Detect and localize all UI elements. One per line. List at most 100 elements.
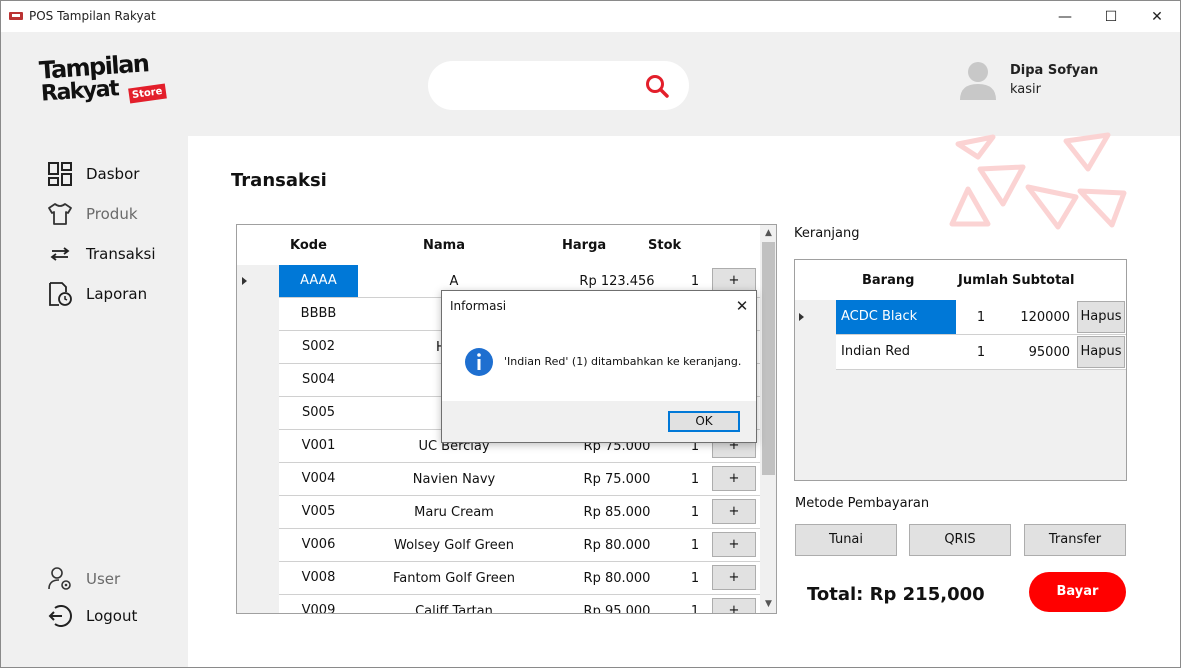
info-dialog: Informasi ✕ 'Indian Red' (1) ditambahkan… [441, 290, 757, 443]
remove-item-button[interactable]: Hapus [1077, 301, 1125, 333]
minimize-button[interactable]: — [1042, 1, 1088, 32]
cell-harga[interactable]: Rp 75.000 [557, 472, 677, 487]
user-settings-icon [48, 567, 71, 590]
ok-button[interactable]: OK [668, 411, 740, 432]
user-name: Dipa Sofyan [1010, 63, 1099, 78]
column-header-nama[interactable]: Nama [423, 238, 465, 253]
scroll-thumb[interactable] [762, 242, 775, 475]
payment-method-title: Metode Pembayaran [795, 496, 930, 511]
cell-subtotal[interactable]: 120000 [1001, 310, 1070, 325]
dialog-footer: OK [442, 401, 756, 442]
dialog-message: 'Indian Red' (1) ditambahkan ke keranjan… [504, 355, 742, 368]
grid-scrollbar[interactable]: ▲ ▼ [760, 225, 776, 613]
cart-row[interactable]: ACDC Black 1 120000 Hapus [836, 300, 1126, 335]
cell-harga[interactable]: Rp 85.000 [557, 505, 677, 520]
cell-jumlah[interactable]: 1 [961, 310, 1001, 325]
cell-kode[interactable]: S004 [279, 364, 358, 396]
table-row[interactable]: V006 Wolsey Golf Green Rp 80.000 1 + [279, 529, 760, 562]
remove-item-button[interactable]: Hapus [1077, 336, 1125, 368]
cell-nama[interactable]: A [359, 274, 549, 289]
cell-stok[interactable]: 1 [677, 604, 713, 613]
sidebar-item-label: User [86, 570, 121, 588]
page-title: Transaksi [231, 170, 327, 191]
table-row[interactable]: V005 Maru Cream Rp 85.000 1 + [279, 496, 760, 529]
dashboard-icon [48, 162, 72, 186]
column-header-kode[interactable]: Kode [290, 238, 327, 253]
sidebar-item-laporan[interactable]: Laporan [47, 281, 147, 307]
cell-kode[interactable]: S002 [279, 331, 358, 363]
column-header-stok[interactable]: Stok [648, 238, 681, 253]
sidebar-item-transaksi[interactable]: Transaksi [47, 241, 156, 267]
maximize-button[interactable]: ☐ [1088, 1, 1134, 32]
cell-kode[interactable]: AAAA [279, 265, 358, 297]
search-input[interactable] [446, 73, 636, 98]
cell-nama[interactable]: Navien Navy [359, 472, 549, 487]
add-to-cart-button[interactable]: + [712, 532, 756, 557]
column-header-subtotal[interactable]: Subtotal [1012, 273, 1075, 288]
cart-header: Barang Jumlah Subtotal [795, 260, 1126, 300]
cell-barang[interactable]: ACDC Black [836, 300, 956, 334]
search-icon[interactable] [644, 73, 670, 99]
cell-kode[interactable]: V004 [279, 463, 358, 495]
cell-kode[interactable]: V009 [279, 595, 358, 613]
store-logo: Tampilan Rakyat Store [37, 49, 167, 115]
cell-nama[interactable]: Califf Tartan [359, 604, 549, 613]
cell-nama[interactable]: Fantom Golf Green [359, 571, 549, 586]
column-header-jumlah[interactable]: Jumlah [958, 273, 1008, 288]
cart-row[interactable]: Indian Red 1 95000 Hapus [836, 335, 1126, 370]
cell-stok[interactable]: 1 [677, 472, 713, 487]
title-bar: POS Tampilan Rakyat — ☐ ✕ [1, 1, 1180, 32]
column-header-harga[interactable]: Harga [562, 238, 606, 253]
cell-barang[interactable]: Indian Red [836, 335, 956, 369]
table-row[interactable]: V008 Fantom Golf Green Rp 80.000 1 + [279, 562, 760, 595]
cell-stok[interactable]: 1 [677, 505, 713, 520]
dialog-close-icon[interactable]: ✕ [734, 297, 750, 315]
cell-harga[interactable]: Rp 123.456 [557, 274, 677, 289]
sidebar-item-produk[interactable]: Produk [47, 201, 138, 227]
grid-header: Kode Nama Harga Stok [237, 225, 760, 265]
window-title: POS Tampilan Rakyat [29, 9, 156, 23]
logo-line-2: Rakyat [40, 76, 119, 107]
cell-jumlah[interactable]: 1 [961, 345, 1001, 360]
cell-nama[interactable]: Wolsey Golf Green [359, 538, 549, 553]
decorative-triangles [949, 132, 1127, 230]
add-to-cart-button[interactable]: + [712, 466, 756, 491]
scroll-down-icon[interactable]: ▼ [760, 596, 776, 613]
cell-subtotal[interactable]: 95000 [1001, 345, 1070, 360]
sidebar-item-logout[interactable]: Logout [47, 603, 137, 629]
scroll-up-icon[interactable]: ▲ [760, 225, 776, 242]
transfer-button[interactable]: Transfer [1024, 524, 1126, 556]
add-to-cart-button[interactable]: + [712, 565, 756, 590]
pay-button[interactable]: Bayar [1029, 572, 1126, 612]
sidebar-item-dasbor[interactable]: Dasbor [47, 161, 139, 187]
table-row[interactable]: V009 Califf Tartan Rp 95.000 1 + [279, 595, 760, 613]
close-window-button[interactable]: ✕ [1134, 1, 1180, 32]
cash-button[interactable]: Tunai [795, 524, 897, 556]
search-box [428, 61, 689, 110]
app-window: POS Tampilan Rakyat — ☐ ✕ Tampilan Rakya… [0, 0, 1181, 668]
cell-kode[interactable]: V001 [279, 430, 358, 462]
add-to-cart-button[interactable]: + [712, 499, 756, 524]
cell-stok[interactable]: 1 [677, 274, 713, 289]
sidebar-item-label: Transaksi [86, 245, 156, 263]
cell-stok[interactable]: 1 [677, 538, 713, 553]
cell-kode[interactable]: V005 [279, 496, 358, 528]
table-row[interactable]: V004 Navien Navy Rp 75.000 1 + [279, 463, 760, 496]
total-amount: Total: Rp 215,000 [807, 584, 985, 605]
cell-harga[interactable]: Rp 80.000 [557, 538, 677, 553]
cell-kode[interactable]: BBBB [279, 298, 358, 330]
cell-stok[interactable]: 1 [677, 571, 713, 586]
cell-kode[interactable]: S005 [279, 397, 358, 429]
column-header-barang[interactable]: Barang [862, 273, 914, 288]
current-row-arrow-icon [242, 277, 247, 285]
cell-harga[interactable]: Rp 80.000 [557, 571, 677, 586]
report-clock-icon [49, 282, 72, 306]
cell-kode[interactable]: V008 [279, 562, 358, 594]
sidebar-item-user[interactable]: User [47, 566, 120, 592]
qris-button[interactable]: QRIS [909, 524, 1011, 556]
add-to-cart-button[interactable]: + [712, 598, 756, 613]
cell-harga[interactable]: Rp 95.000 [557, 604, 677, 613]
cell-kode[interactable]: V006 [279, 529, 358, 561]
sidebar-item-label: Produk [86, 205, 138, 223]
cell-nama[interactable]: Maru Cream [359, 505, 549, 520]
